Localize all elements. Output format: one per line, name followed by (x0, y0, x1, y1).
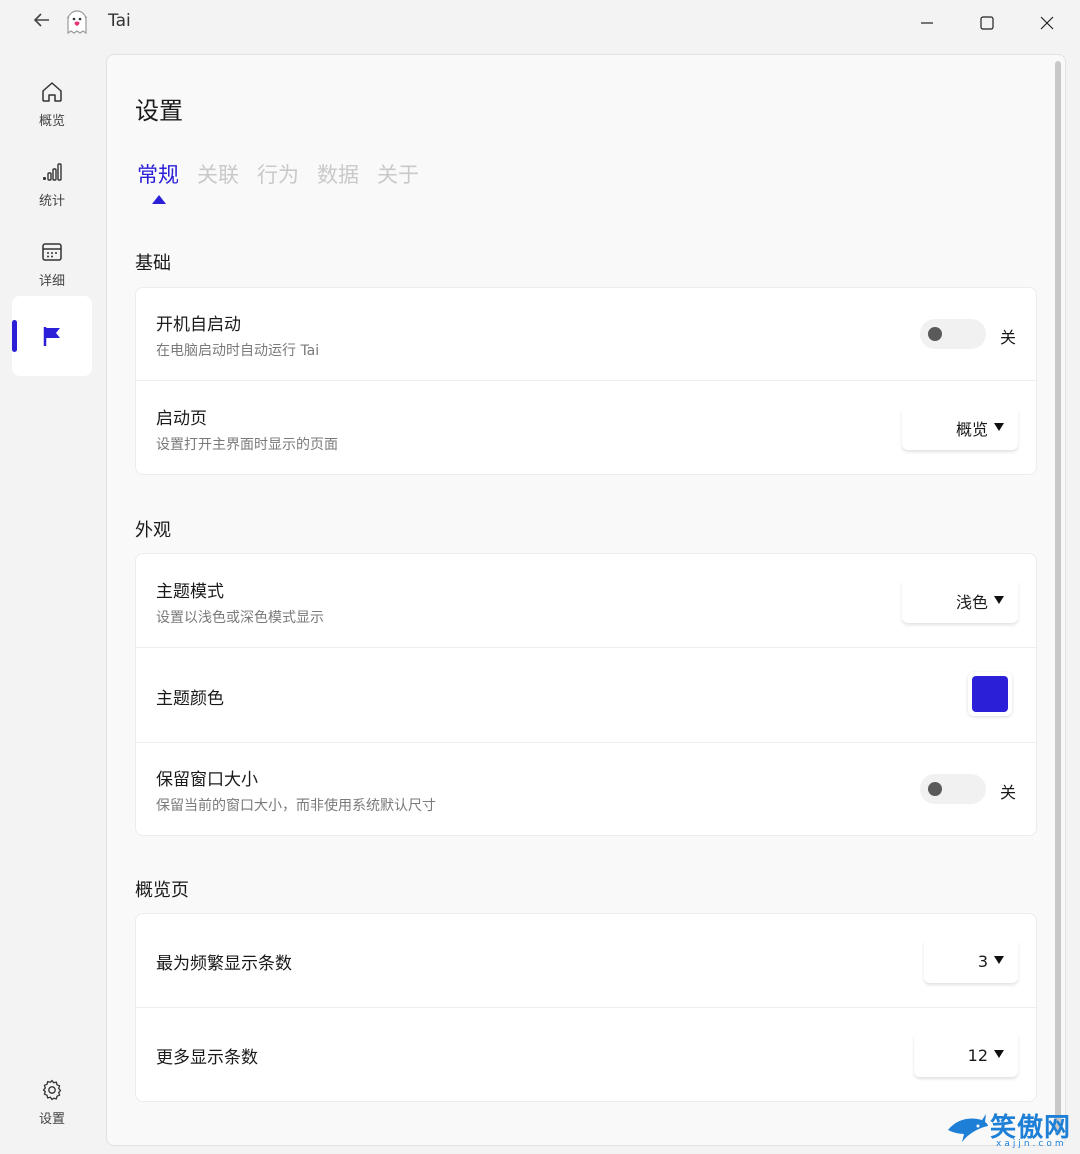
setting-row-startpage: 启动页 设置打开主界面时显示的页面 概览 (136, 381, 1036, 474)
section-title-overview: 概览页 (135, 880, 189, 901)
tab-bar: 常规 关联 行为 数据 关于 (137, 159, 419, 189)
watermark-subtext: xajjn.com (996, 1139, 1067, 1149)
gear-icon (40, 1078, 64, 1102)
sidebar-item-details[interactable]: 详细 (12, 228, 92, 300)
title-bar: Tai (0, 0, 1080, 46)
tab-indicator (152, 195, 166, 204)
setting-row-frequent-count: 最为频繁显示条数 3 (136, 914, 1036, 1008)
startpage-select[interactable]: 概览 (902, 406, 1018, 450)
settings-group-overview: 最为频繁显示条数 3 更多显示条数 12 (135, 913, 1037, 1102)
close-icon[interactable] (1024, 6, 1070, 40)
toggle-state-label: 关 (999, 783, 1016, 802)
flag-icon (40, 324, 64, 348)
frequent-count-select[interactable]: 3 (924, 939, 1018, 983)
sidebar-item-statistics[interactable]: 统计 (12, 148, 92, 220)
select-value: 浅色 (955, 593, 988, 612)
tab-general[interactable]: 常规 (137, 159, 179, 189)
home-icon (40, 80, 64, 104)
more-count-select[interactable]: 12 (914, 1033, 1018, 1077)
settings-group-basic: 开机自启动 在电脑启动时自动运行 Tai 关 启动页 设置打开主界面时显示的页面… (135, 287, 1037, 475)
active-indicator (12, 320, 17, 352)
setting-title: 启动页 (156, 409, 207, 429)
color-swatch (972, 676, 1008, 712)
toggle-state-label: 关 (999, 328, 1016, 347)
setting-title: 保留窗口大小 (156, 770, 258, 790)
setting-title: 主题模式 (156, 582, 224, 602)
sidebar-item-label: 设置 (38, 1111, 65, 1127)
setting-row-theme-mode: 主题模式 设置以浅色或深色模式显示 浅色 (136, 554, 1036, 648)
setting-title: 最为频繁显示条数 (156, 954, 292, 974)
shark-icon (948, 1114, 988, 1142)
section-title-basic: 基础 (135, 253, 171, 274)
scrollbar[interactable] (1055, 61, 1061, 1135)
setting-row-theme-color: 主题颜色 (136, 648, 1036, 743)
bar-chart-icon (40, 160, 64, 184)
caret-down-icon (994, 1050, 1004, 1058)
back-arrow-icon[interactable] (30, 10, 54, 34)
setting-row-autostart: 开机自启动 在电脑启动时自动运行 Tai 关 (136, 288, 1036, 381)
theme-mode-select[interactable]: 浅色 (902, 579, 1018, 623)
caret-down-icon (994, 423, 1004, 431)
setting-title: 开机自启动 (156, 315, 241, 335)
setting-desc: 在电脑启动时自动运行 Tai (156, 343, 320, 359)
caret-down-icon (994, 596, 1004, 604)
sidebar-item-settings[interactable]: 设置 (12, 1066, 92, 1138)
keep-size-toggle[interactable] (920, 774, 986, 804)
window-title: Tai (108, 11, 131, 31)
tab-association[interactable]: 关联 (197, 159, 239, 189)
setting-row-keep-size: 保留窗口大小 保留当前的窗口大小，而非使用系统默认尺寸 关 (136, 743, 1036, 835)
select-value: 3 (977, 951, 988, 971)
sidebar: 概览 统计 详细 设置 (0, 46, 100, 1151)
setting-title: 更多显示条数 (156, 1048, 258, 1068)
toggle-knob (928, 782, 942, 796)
ghost-logo-icon (64, 9, 90, 35)
section-title-appearance: 外观 (135, 520, 171, 541)
sidebar-item-overview[interactable]: 概览 (12, 68, 92, 140)
calendar-icon (40, 240, 64, 264)
page-title: 设置 (135, 97, 183, 125)
tab-data[interactable]: 数据 (317, 159, 359, 189)
toggle-knob (928, 327, 942, 341)
sidebar-item-label: 统计 (38, 193, 65, 209)
setting-row-more-count: 更多显示条数 12 (136, 1008, 1036, 1101)
sidebar-item-label: 详细 (38, 273, 65, 289)
settings-panel: 设置 常规 关联 行为 数据 关于 基础 开机自启动 在电脑启动时自动运行 Ta… (106, 54, 1066, 1146)
select-value: 概览 (955, 420, 988, 439)
autostart-toggle[interactable] (920, 319, 986, 349)
caret-down-icon (994, 956, 1004, 964)
sidebar-item-flag[interactable] (12, 296, 92, 376)
setting-title: 主题颜色 (156, 689, 224, 709)
minimize-icon[interactable] (904, 6, 950, 40)
select-value: 12 (967, 1045, 988, 1065)
setting-desc: 保留当前的窗口大小，而非使用系统默认尺寸 (156, 798, 436, 814)
tab-behavior[interactable]: 行为 (257, 159, 299, 189)
maximize-icon[interactable] (964, 6, 1010, 40)
tab-about[interactable]: 关于 (377, 159, 419, 189)
setting-desc: 设置打开主界面时显示的页面 (156, 437, 338, 453)
sidebar-item-label: 概览 (38, 113, 65, 129)
settings-group-appearance: 主题模式 设置以浅色或深色模式显示 浅色 主题颜色 保留窗口大小 保留当前的窗口… (135, 553, 1037, 836)
setting-desc: 设置以浅色或深色模式显示 (156, 610, 324, 626)
theme-color-picker[interactable] (968, 672, 1012, 716)
